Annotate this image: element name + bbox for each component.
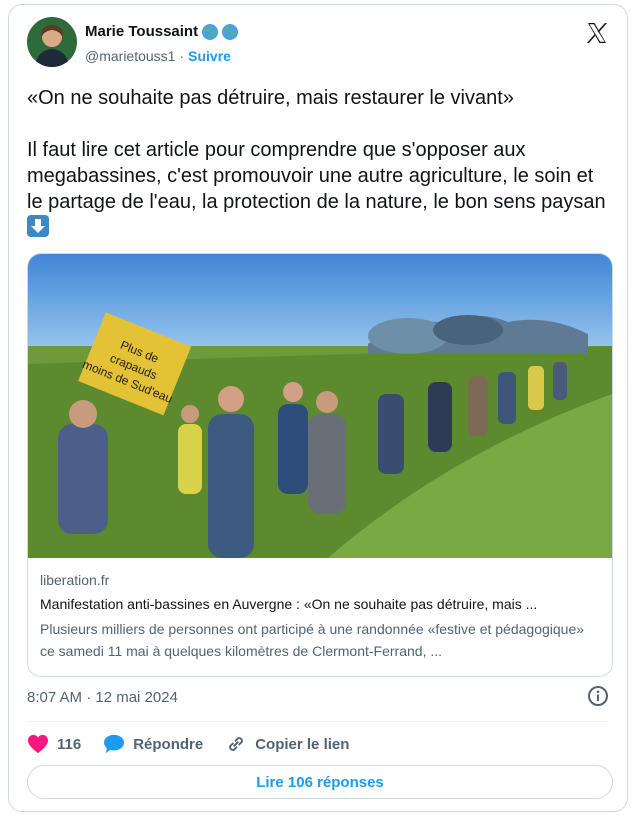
reply-button[interactable]: Répondre xyxy=(103,734,203,754)
reply-bubble-icon xyxy=(104,734,125,754)
tweet-text: «On ne souhaite pas détruire, mais resta… xyxy=(27,85,607,241)
copy-link-button[interactable]: Copier le lien xyxy=(225,733,349,755)
down-arrow-emoji xyxy=(27,215,49,237)
x-logo-icon[interactable] xyxy=(585,21,609,45)
tweet-body: Il faut lire cet article pour comprendre… xyxy=(27,139,606,213)
author-handle[interactable]: @marietouss1 xyxy=(85,48,175,64)
globe-icon xyxy=(202,23,219,40)
tweet-card: Marie Toussaint @marietouss1 · Suivre «O… xyxy=(8,4,628,812)
heart-icon xyxy=(28,734,48,754)
follow-button[interactable]: Suivre xyxy=(188,48,231,64)
action-bar: 116 Répondre Copier le lien xyxy=(27,729,371,759)
like-button[interactable]: 116 xyxy=(27,734,81,754)
reply-label: Répondre xyxy=(133,735,204,753)
read-replies-button[interactable]: Lire 106 réponses xyxy=(27,765,613,799)
link-preview-card[interactable]: Plus de crapauds moins de Sud'eau libera… xyxy=(27,253,613,677)
article-photo: Plus de crapauds moins de Sud'eau xyxy=(28,254,612,558)
handle-separator: · xyxy=(179,48,185,64)
tweet-quote-line: «On ne souhaite pas détruire, mais resta… xyxy=(27,87,514,109)
avatar[interactable] xyxy=(27,17,77,67)
link-domain: liberation.fr xyxy=(40,572,110,588)
like-count: 116 xyxy=(57,735,82,753)
copy-link-label: Copier le lien xyxy=(255,735,350,753)
link-description: Plusieurs milliers de personnes ont part… xyxy=(40,621,585,659)
globe-icon xyxy=(222,23,239,40)
link-title[interactable]: Manifestation anti-bassines en Auvergne … xyxy=(40,594,600,614)
author-name[interactable]: Marie Toussaint xyxy=(85,23,198,40)
tweet-timestamp[interactable]: 8:07 AM · 12 mai 2024 xyxy=(27,689,178,706)
info-icon[interactable] xyxy=(587,685,609,707)
link-icon xyxy=(229,737,244,751)
divider xyxy=(27,721,609,722)
